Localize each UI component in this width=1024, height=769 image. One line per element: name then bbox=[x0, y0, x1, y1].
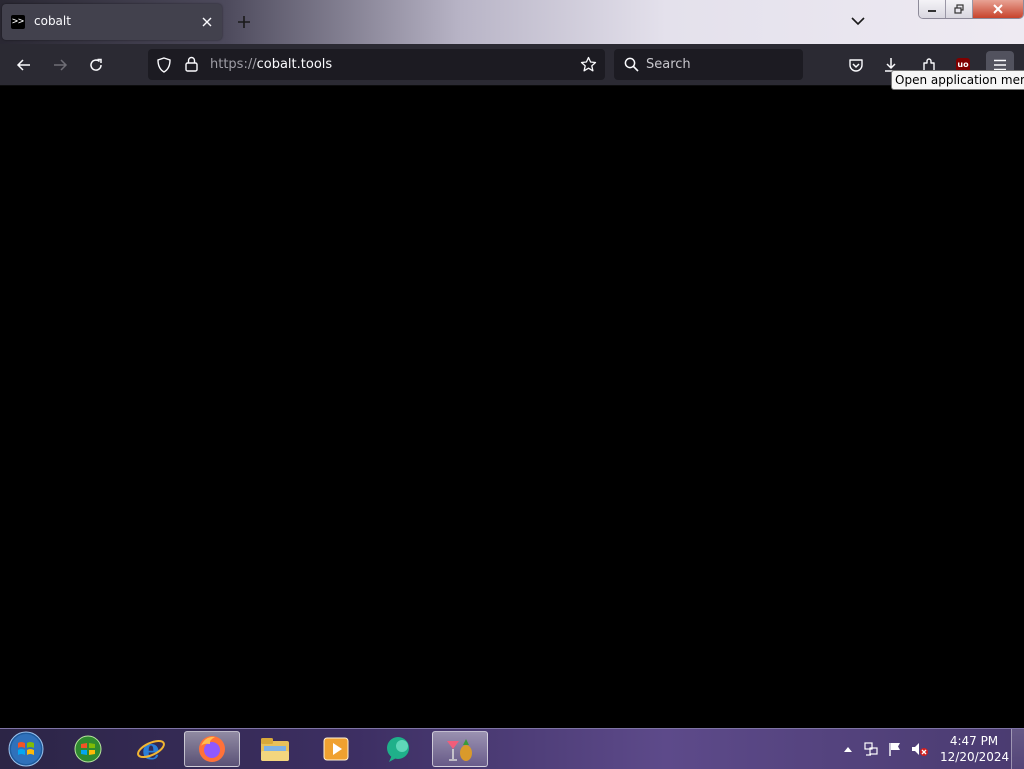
folder-icon bbox=[261, 738, 289, 761]
taskbar: e 4:47 PM 12/20/2024 bbox=[0, 728, 1024, 769]
volume-muted-icon[interactable] bbox=[911, 741, 929, 757]
tab-cobalt[interactable]: >> cobalt bbox=[2, 4, 222, 40]
taskbar-app-explorer[interactable] bbox=[247, 731, 303, 767]
taskbar-app-firefox[interactable] bbox=[184, 731, 240, 767]
taskbar-app-media-player[interactable] bbox=[308, 731, 364, 767]
pocket-button[interactable] bbox=[843, 52, 869, 78]
bookmark-star-icon[interactable] bbox=[580, 56, 597, 73]
reload-button[interactable] bbox=[83, 52, 109, 78]
network-icon[interactable] bbox=[863, 741, 879, 757]
taskbar-app-media-center[interactable] bbox=[60, 731, 116, 767]
pocket-icon bbox=[849, 59, 863, 72]
clock-date: 12/20/2024 bbox=[940, 750, 1010, 764]
window-controls bbox=[918, 0, 1024, 19]
svg-text:e: e bbox=[142, 734, 160, 764]
url-host: cobalt.tools bbox=[256, 57, 333, 72]
media-player-icon bbox=[323, 737, 349, 761]
clock[interactable]: 4:47 PM 12/20/2024 bbox=[940, 733, 1010, 765]
show-desktop-button[interactable] bbox=[1011, 729, 1024, 769]
firefox-icon bbox=[199, 736, 225, 762]
restore-button[interactable] bbox=[946, 0, 973, 18]
app-menu-tooltip: Open application menu bbox=[891, 70, 1024, 90]
taskbar-app-chat[interactable] bbox=[371, 731, 427, 767]
system-tray bbox=[843, 729, 929, 769]
taskbar-app-games[interactable] bbox=[432, 731, 488, 767]
taskbar-app-internet-explorer[interactable]: e bbox=[123, 731, 179, 767]
restore-icon bbox=[954, 4, 964, 14]
forward-button[interactable] bbox=[47, 52, 73, 78]
reload-icon bbox=[90, 58, 102, 71]
arrow-left-icon bbox=[16, 59, 30, 71]
cobalt-favicon-icon: >> bbox=[11, 15, 25, 29]
page-content bbox=[0, 86, 1024, 728]
action-center-flag-icon[interactable] bbox=[887, 741, 903, 757]
start-button[interactable] bbox=[6, 731, 46, 767]
close-icon bbox=[993, 4, 1003, 14]
navigation-toolbar: https://cobalt.tools Search uo bbox=[0, 44, 1024, 86]
search-bar[interactable]: Search bbox=[614, 49, 803, 80]
close-icon bbox=[202, 17, 212, 27]
plus-icon bbox=[238, 16, 250, 28]
games-icon bbox=[447, 739, 472, 761]
minimize-icon bbox=[928, 10, 936, 12]
show-hidden-icons-icon[interactable] bbox=[843, 745, 853, 753]
minimize-button[interactable] bbox=[919, 0, 946, 18]
url-protocol: https:// bbox=[210, 57, 257, 72]
arrow-right-icon bbox=[54, 59, 68, 71]
lock-icon[interactable] bbox=[185, 56, 198, 72]
clock-time: 4:47 PM bbox=[949, 734, 999, 748]
list-all-tabs-button[interactable] bbox=[848, 11, 868, 31]
tracking-protection-shield-icon[interactable] bbox=[157, 57, 171, 73]
windows-orb-icon bbox=[8, 731, 44, 767]
close-window-button[interactable] bbox=[973, 0, 1023, 18]
search-icon bbox=[624, 57, 639, 72]
tab-close-button[interactable] bbox=[198, 13, 216, 31]
new-tab-button[interactable] bbox=[233, 11, 255, 33]
windows-media-center-icon bbox=[74, 735, 102, 763]
title-bar: >> cobalt bbox=[0, 0, 1024, 44]
tab-title: cobalt bbox=[34, 14, 71, 28]
search-placeholder: Search bbox=[646, 57, 691, 72]
chat-bubble-icon bbox=[387, 737, 409, 762]
chevron-down-icon bbox=[851, 17, 865, 26]
back-button[interactable] bbox=[11, 52, 37, 78]
url-bar[interactable]: https://cobalt.tools bbox=[148, 49, 605, 80]
url-text[interactable]: https://cobalt.tools bbox=[210, 57, 332, 72]
internet-explorer-icon: e bbox=[137, 734, 165, 764]
